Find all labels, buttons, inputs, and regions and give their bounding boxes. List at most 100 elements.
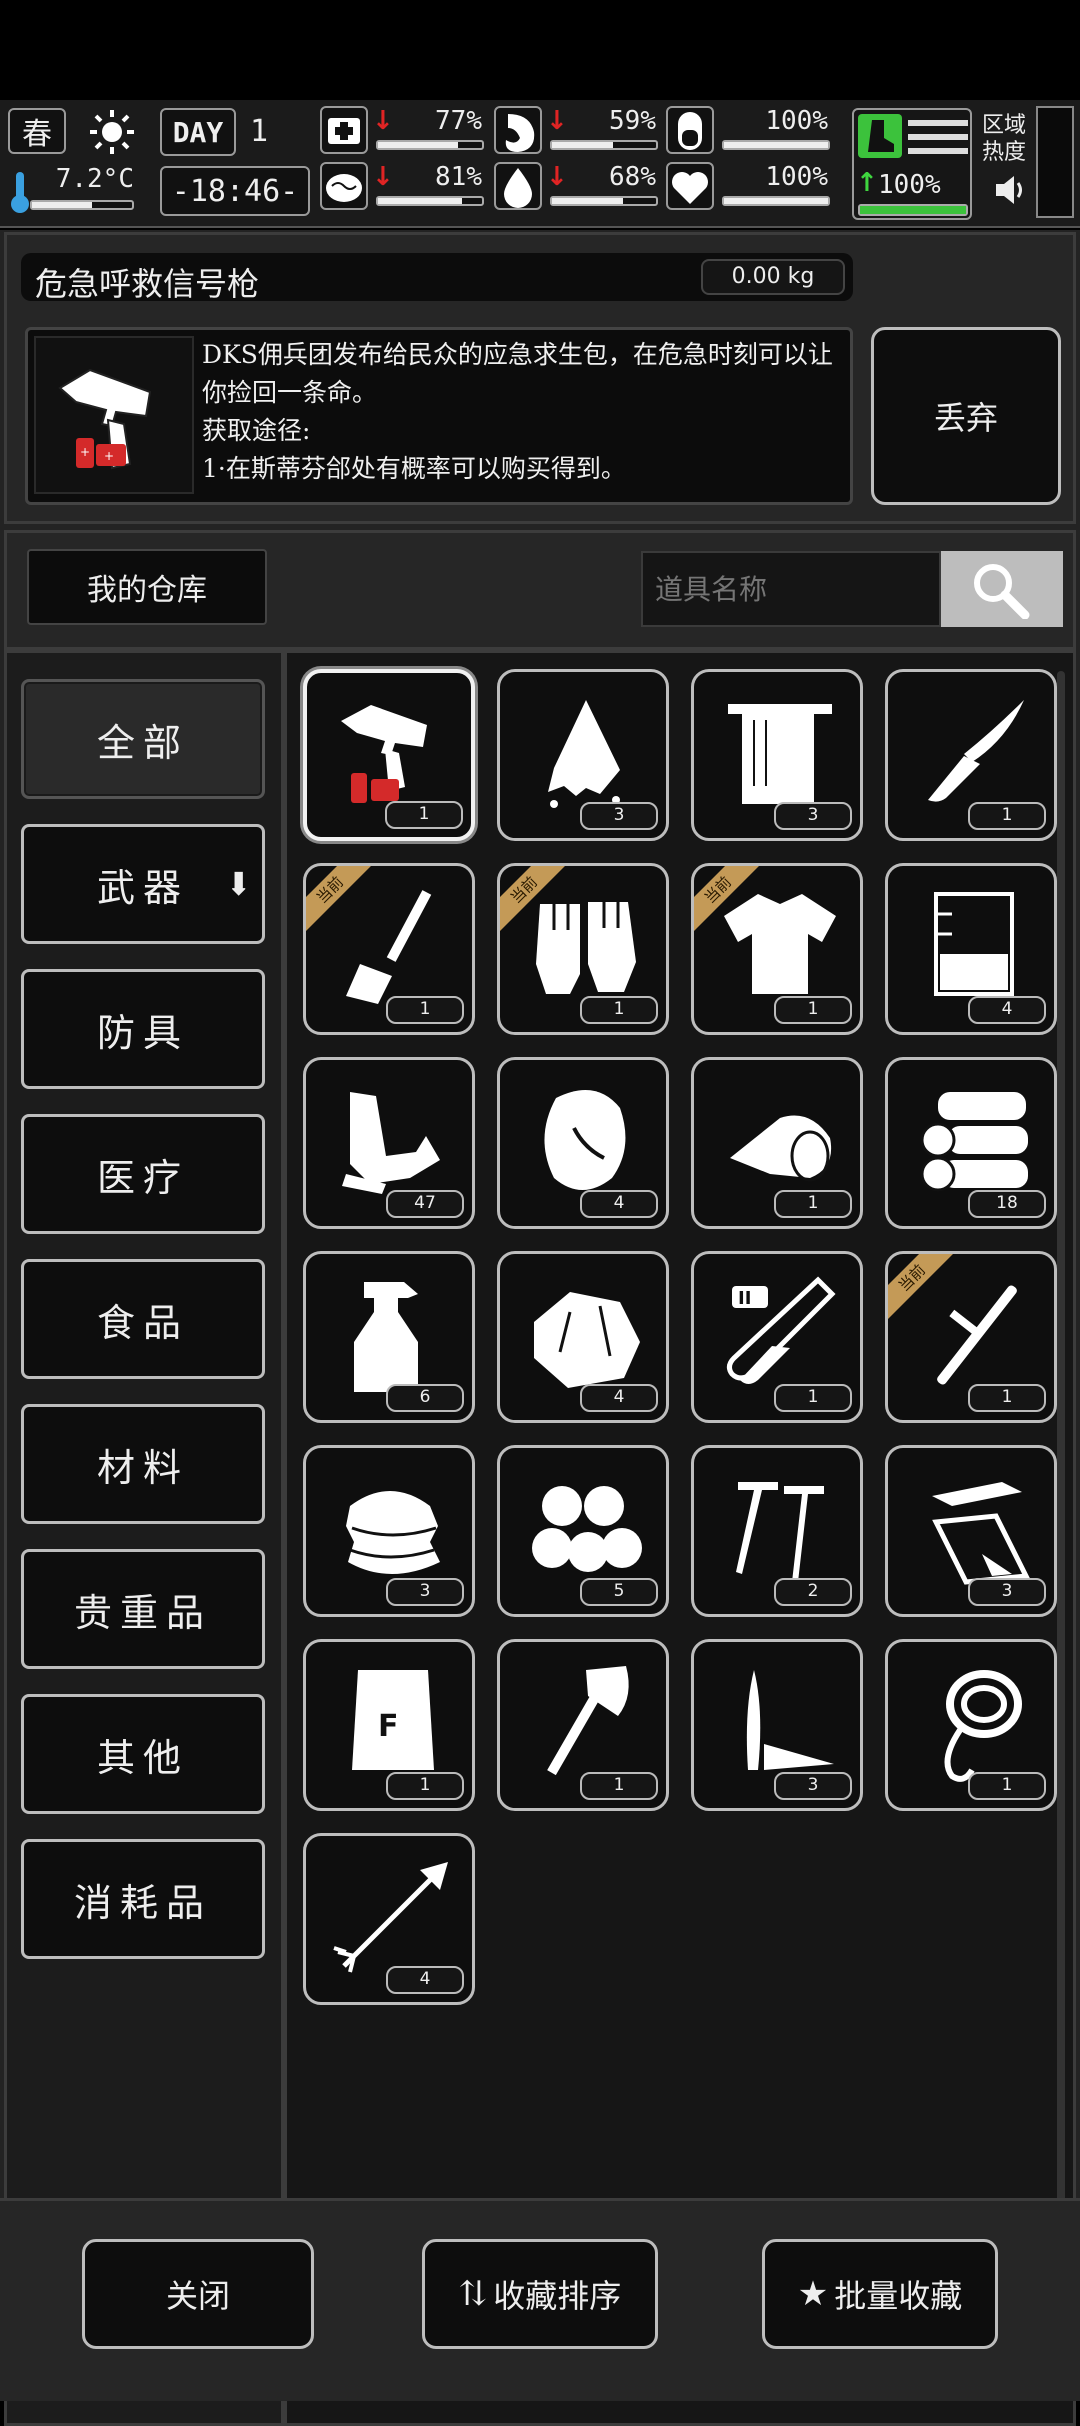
inventory-slot[interactable]: 4 xyxy=(497,1251,669,1423)
inventory-slot[interactable]: 4 xyxy=(303,1833,475,2005)
arrow-icon xyxy=(333,1862,448,1973)
vital-stat: ↓ 68% xyxy=(494,162,660,214)
stamina-panel: ↑ 100% xyxy=(852,108,972,220)
equipped-badge-label: 当前 xyxy=(306,866,381,941)
category-tab[interactable]: 防具 xyxy=(21,969,265,1089)
axe-icon xyxy=(547,1666,629,1776)
category-tab[interactable]: 武器 ⬇ xyxy=(21,824,265,944)
item-quantity: 4 xyxy=(580,1190,658,1218)
inventory-slot[interactable]: 1 xyxy=(691,1057,863,1229)
item-quantity: 1 xyxy=(968,1384,1046,1412)
item-quantity: 1 xyxy=(385,801,463,829)
swap-arrows-icon: ⇅ xyxy=(458,2274,488,2314)
inventory-slot[interactable]: 18 xyxy=(885,1057,1057,1229)
batch-favorite-button[interactable]: ★ 批量收藏 xyxy=(762,2239,998,2349)
stat-bar xyxy=(376,196,484,206)
inventory-slot[interactable]: 1 xyxy=(885,1639,1057,1811)
knife-icon xyxy=(928,700,1024,802)
brain-icon xyxy=(320,162,368,210)
inventory-slot[interactable]: 5 xyxy=(497,1445,669,1617)
inventory-slot[interactable]: 4 xyxy=(497,1057,669,1229)
category-tab[interactable]: 全部 xyxy=(21,679,265,799)
category-tab[interactable]: 贵重品 xyxy=(21,1549,265,1669)
inventory-slot[interactable]: II 1 xyxy=(691,1251,863,1423)
item-preview: + + xyxy=(34,336,194,494)
category-tab[interactable]: 其他 xyxy=(21,1694,265,1814)
grid-scrollbar[interactable] xyxy=(1057,671,1065,2391)
category-label: 医疗 xyxy=(96,1155,189,1200)
vital-stat: 100% xyxy=(666,162,832,214)
flare-gun-icon xyxy=(341,705,427,803)
item-weight: 0.00 kg xyxy=(701,259,845,295)
stat-bar xyxy=(376,140,484,150)
search-button[interactable] xyxy=(941,551,1063,627)
item-description: DKS佣兵团发布给民众的应急求生包，在危急时刻可以让你捡回一条命。 获取途径: … xyxy=(202,336,842,488)
warehouse-title: 我的仓库 xyxy=(27,549,267,625)
zone-heat-label: 区域热度 xyxy=(982,113,1027,165)
close-button[interactable]: 关闭 xyxy=(82,2239,314,2349)
logs-icon xyxy=(920,1092,1028,1192)
item-quantity: 1 xyxy=(774,1190,852,1218)
inventory-slot[interactable]: 4 xyxy=(885,863,1057,1035)
stamina-up-arrow: ↑ xyxy=(856,168,878,198)
category-tab[interactable]: 食品 xyxy=(21,1259,265,1379)
equipped-badge-label: 当前 xyxy=(500,866,575,941)
inventory-slot[interactable]: 1 当前 xyxy=(303,863,475,1035)
dropdown-arrow-icon: ⬇ xyxy=(225,865,252,903)
sun-icon xyxy=(88,108,136,156)
item-quantity: 3 xyxy=(968,1578,1046,1606)
blades-icon xyxy=(746,1670,834,1770)
stat-value: 100% xyxy=(765,162,828,192)
rope-hook-icon xyxy=(944,1670,1022,1782)
category-tab[interactable]: 医疗 xyxy=(21,1114,265,1234)
spray-bottle-icon xyxy=(354,1282,418,1392)
category-tab[interactable]: 材料 xyxy=(21,1404,265,1524)
stat-bar xyxy=(550,140,658,150)
discard-button[interactable]: 丢弃 xyxy=(871,327,1061,505)
inventory-slot[interactable]: 3 xyxy=(691,669,863,841)
flour-sack-icon: F xyxy=(352,1670,434,1770)
category-label: 防具 xyxy=(96,1010,189,1055)
pill-icon xyxy=(666,106,714,154)
inventory-screen: 危急呼救信号枪 0.00 kg + + DKS佣兵团发布给民众的应急求生包，在危急… xyxy=(0,230,1080,2426)
inventory-slot[interactable]: 3 xyxy=(497,669,669,841)
item-quantity: 3 xyxy=(580,802,658,830)
item-source-title: 获取途径: xyxy=(202,416,311,445)
item-quantity: 2 xyxy=(774,1578,852,1606)
vital-stat: ↓ 77% xyxy=(320,106,486,158)
item-source-line: 1·在斯蒂芬郃处有概率可以购买得到。 xyxy=(202,454,626,483)
item-quantity: 1 xyxy=(580,1772,658,1800)
speaker-icon[interactable] xyxy=(990,170,1030,210)
inventory-slot[interactable]: F1 xyxy=(303,1639,475,1811)
inventory-slot[interactable]: 1 当前 xyxy=(497,863,669,1035)
stat-value: 59% xyxy=(609,106,656,136)
game-clock: -18:46- xyxy=(160,166,310,216)
category-label: 贵重品 xyxy=(73,1590,212,1635)
temperature-value: 7.2°C xyxy=(55,164,134,194)
item-quantity: 1 xyxy=(774,1384,852,1412)
inventory-slot[interactable]: 3 xyxy=(885,1445,1057,1617)
equipped-ribbon: 当前 xyxy=(306,866,390,950)
vital-stat: ↓ 81% xyxy=(320,162,486,214)
inventory-slot[interactable]: 2 xyxy=(691,1445,863,1617)
item-search-input[interactable] xyxy=(641,551,941,627)
svg-text:II: II xyxy=(738,1288,751,1309)
inventory-slot[interactable]: 6 xyxy=(303,1251,475,1423)
sort-favorites-button[interactable]: ⇅ 收藏排序 xyxy=(422,2239,658,2349)
inventory-slot[interactable]: 3 xyxy=(303,1445,475,1617)
item-quantity: 1 xyxy=(968,1772,1046,1800)
inventory-slot[interactable]: 1 xyxy=(497,1639,669,1811)
heart-icon xyxy=(666,162,714,210)
inventory-slot[interactable]: 1 当前 xyxy=(885,1251,1057,1423)
inventory-slot[interactable]: 3 xyxy=(691,1639,863,1811)
category-tab[interactable]: 消耗品 xyxy=(21,1839,265,1959)
category-label: 武器 xyxy=(96,865,189,910)
inventory-slot[interactable]: 1 xyxy=(303,669,475,841)
stat-value: 100% xyxy=(765,106,828,136)
inventory-slot[interactable]: 47 xyxy=(303,1057,475,1229)
stat-value: 81% xyxy=(435,162,482,192)
meat-icon xyxy=(544,1090,626,1190)
stomach-icon xyxy=(494,106,542,154)
inventory-slot[interactable]: 1 xyxy=(885,669,1057,841)
inventory-slot[interactable]: 1 当前 xyxy=(691,863,863,1035)
